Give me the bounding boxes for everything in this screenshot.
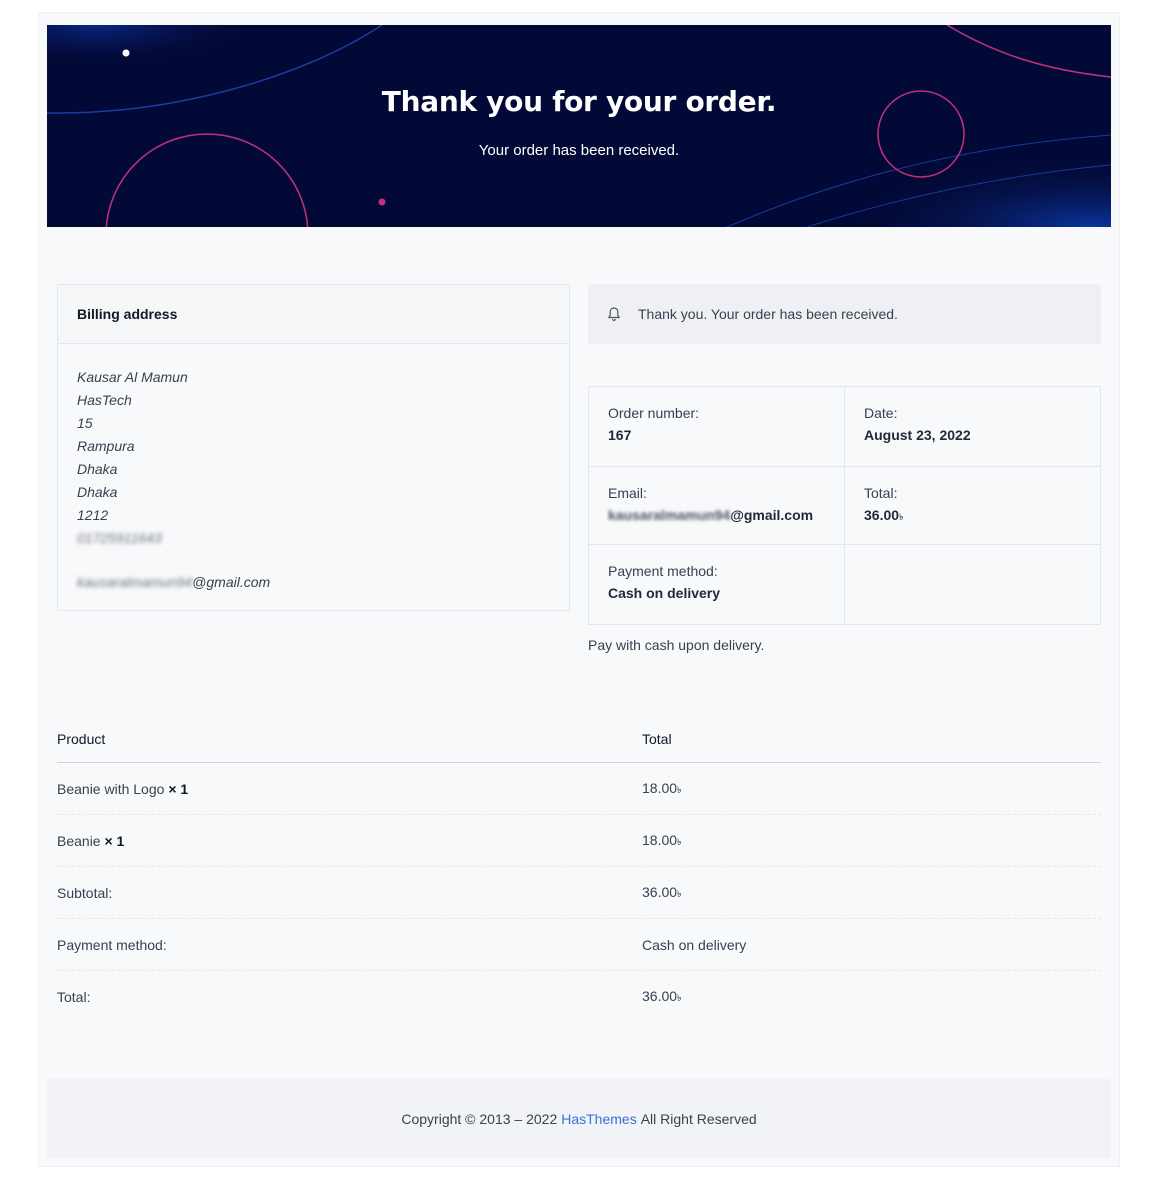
billing-name: Kausar Al Mamun	[77, 369, 188, 385]
billing-address-2: Rampura	[77, 438, 135, 454]
payment-method-label: Payment method:	[57, 936, 167, 953]
table-header: Product Total	[57, 715, 1101, 763]
product-quantity: × 1	[168, 780, 189, 797]
banner-subtitle: Your order has been received.	[478, 142, 680, 159]
order-date-label: Date:	[864, 405, 898, 421]
order-email-value: kausaralmamun94@gmail.com	[608, 507, 825, 523]
banner-title: Thank you for your order.	[381, 85, 777, 118]
order-payment-value: Cash on delivery	[608, 585, 721, 601]
footer: Copyright © 2013 – 2022 HasThemes All Ri…	[47, 1079, 1111, 1158]
billing-address-heading: Billing address	[58, 285, 569, 344]
product-name-link[interactable]: Beanie with Logo	[57, 781, 164, 797]
table-row: Beanie × 1 18.00৳	[57, 815, 1101, 867]
currency-symbol: ৳	[899, 512, 904, 522]
billing-email: kausaralmamun94@gmail.com	[77, 571, 550, 594]
order-date-value: August 23, 2022	[864, 427, 971, 443]
copyright-text: Copyright © 2013 – 2022	[401, 1110, 558, 1127]
order-email-cell: Email: kausaralmamun94@gmail.com	[589, 467, 845, 545]
order-payment-cell: Payment method: Cash on delivery	[589, 545, 845, 624]
payment-method-value: Cash on delivery	[642, 936, 747, 953]
subtotal-row: Subtotal: 36.00৳	[57, 867, 1101, 919]
billing-address-body: Kausar Al Mamun HasTech 15 Rampura Dhaka…	[58, 344, 569, 594]
order-total-amount: 36.00	[864, 507, 900, 523]
billing-city: Dhaka	[77, 461, 118, 477]
currency-symbol: ৳	[677, 888, 682, 899]
currency-symbol: ৳	[677, 836, 682, 847]
order-payment-label: Payment method:	[608, 563, 718, 579]
notice-text: Thank you. Your order has been received.	[638, 306, 898, 322]
product-cell: Beanie with Logo × 1	[57, 781, 642, 797]
currency-symbol: ৳	[677, 784, 682, 795]
product-total: 18.00৳	[642, 780, 1101, 798]
table-row: Beanie with Logo × 1 18.00৳	[57, 763, 1101, 815]
billing-address-1: 15	[77, 415, 93, 431]
billing-state: Dhaka	[77, 484, 118, 500]
product-total-amount: 18.00	[642, 831, 678, 848]
payment-method-row: Payment method: Cash on delivery	[57, 919, 1101, 971]
column-header-total: Total	[642, 730, 672, 747]
order-number-value: 167	[608, 427, 632, 443]
subtotal-amount: 36.00	[642, 883, 678, 900]
billing-address-card: Billing address Kausar Al Mamun HasTech …	[57, 284, 570, 611]
order-date-cell: Date: August 23, 2022	[845, 387, 1100, 467]
thank-you-banner: Thank you for your order. Your order has…	[47, 25, 1111, 227]
total-amount: 36.00	[642, 988, 678, 1004]
order-received-notice: Thank you. Your order has been received.	[588, 284, 1101, 344]
product-quantity: × 1	[104, 832, 125, 849]
order-details-table: Product Total Beanie with Logo × 1 18.00…	[57, 715, 1101, 1023]
empty-cell	[845, 545, 1100, 624]
subtotal-value: 36.00৳	[642, 884, 1101, 902]
billing-phone: 01725911643	[77, 530, 162, 546]
billing-company: HasTech	[77, 392, 132, 408]
order-email-label: Email:	[608, 485, 647, 501]
product-total-amount: 18.00	[642, 779, 678, 796]
order-number-label: Order number:	[608, 405, 700, 421]
subtotal-label: Subtotal:	[57, 884, 113, 901]
banner-decoration	[47, 25, 1111, 227]
order-email-domain: @gmail.com	[730, 507, 814, 523]
product-total: 18.00৳	[642, 832, 1101, 850]
order-total-label: Total:	[864, 485, 898, 501]
currency-symbol: ৳	[677, 993, 682, 1003]
payment-instructions: Pay with cash upon delivery.	[588, 637, 765, 653]
total-value: 36.00৳	[642, 988, 1101, 1006]
hasthemes-link[interactable]: HasThemes	[561, 1111, 636, 1127]
billing-email-prefix: kausaralmamun94	[77, 574, 193, 590]
column-header-product: Product	[57, 730, 106, 747]
product-name-link[interactable]: Beanie	[57, 833, 101, 849]
order-total-value: 36.00৳	[864, 507, 1081, 525]
billing-email-domain: @gmail.com	[192, 574, 271, 590]
total-row: Total: 36.00৳	[57, 971, 1101, 1023]
page-card: Thank you for your order. Your order has…	[38, 12, 1120, 1167]
order-total-cell: Total: 36.00৳	[845, 467, 1100, 545]
order-overview: Order number: 167 Date: August 23, 2022 …	[588, 386, 1101, 625]
rights-text: All Right Reserved	[640, 1110, 757, 1127]
total-label: Total:	[57, 989, 91, 1005]
order-email-prefix: kausaralmamun94	[608, 507, 731, 523]
product-cell: Beanie × 1	[57, 833, 642, 849]
billing-postcode: 1212	[77, 507, 109, 523]
order-number-cell: Order number: 167	[589, 387, 845, 467]
bell-icon	[606, 306, 622, 322]
